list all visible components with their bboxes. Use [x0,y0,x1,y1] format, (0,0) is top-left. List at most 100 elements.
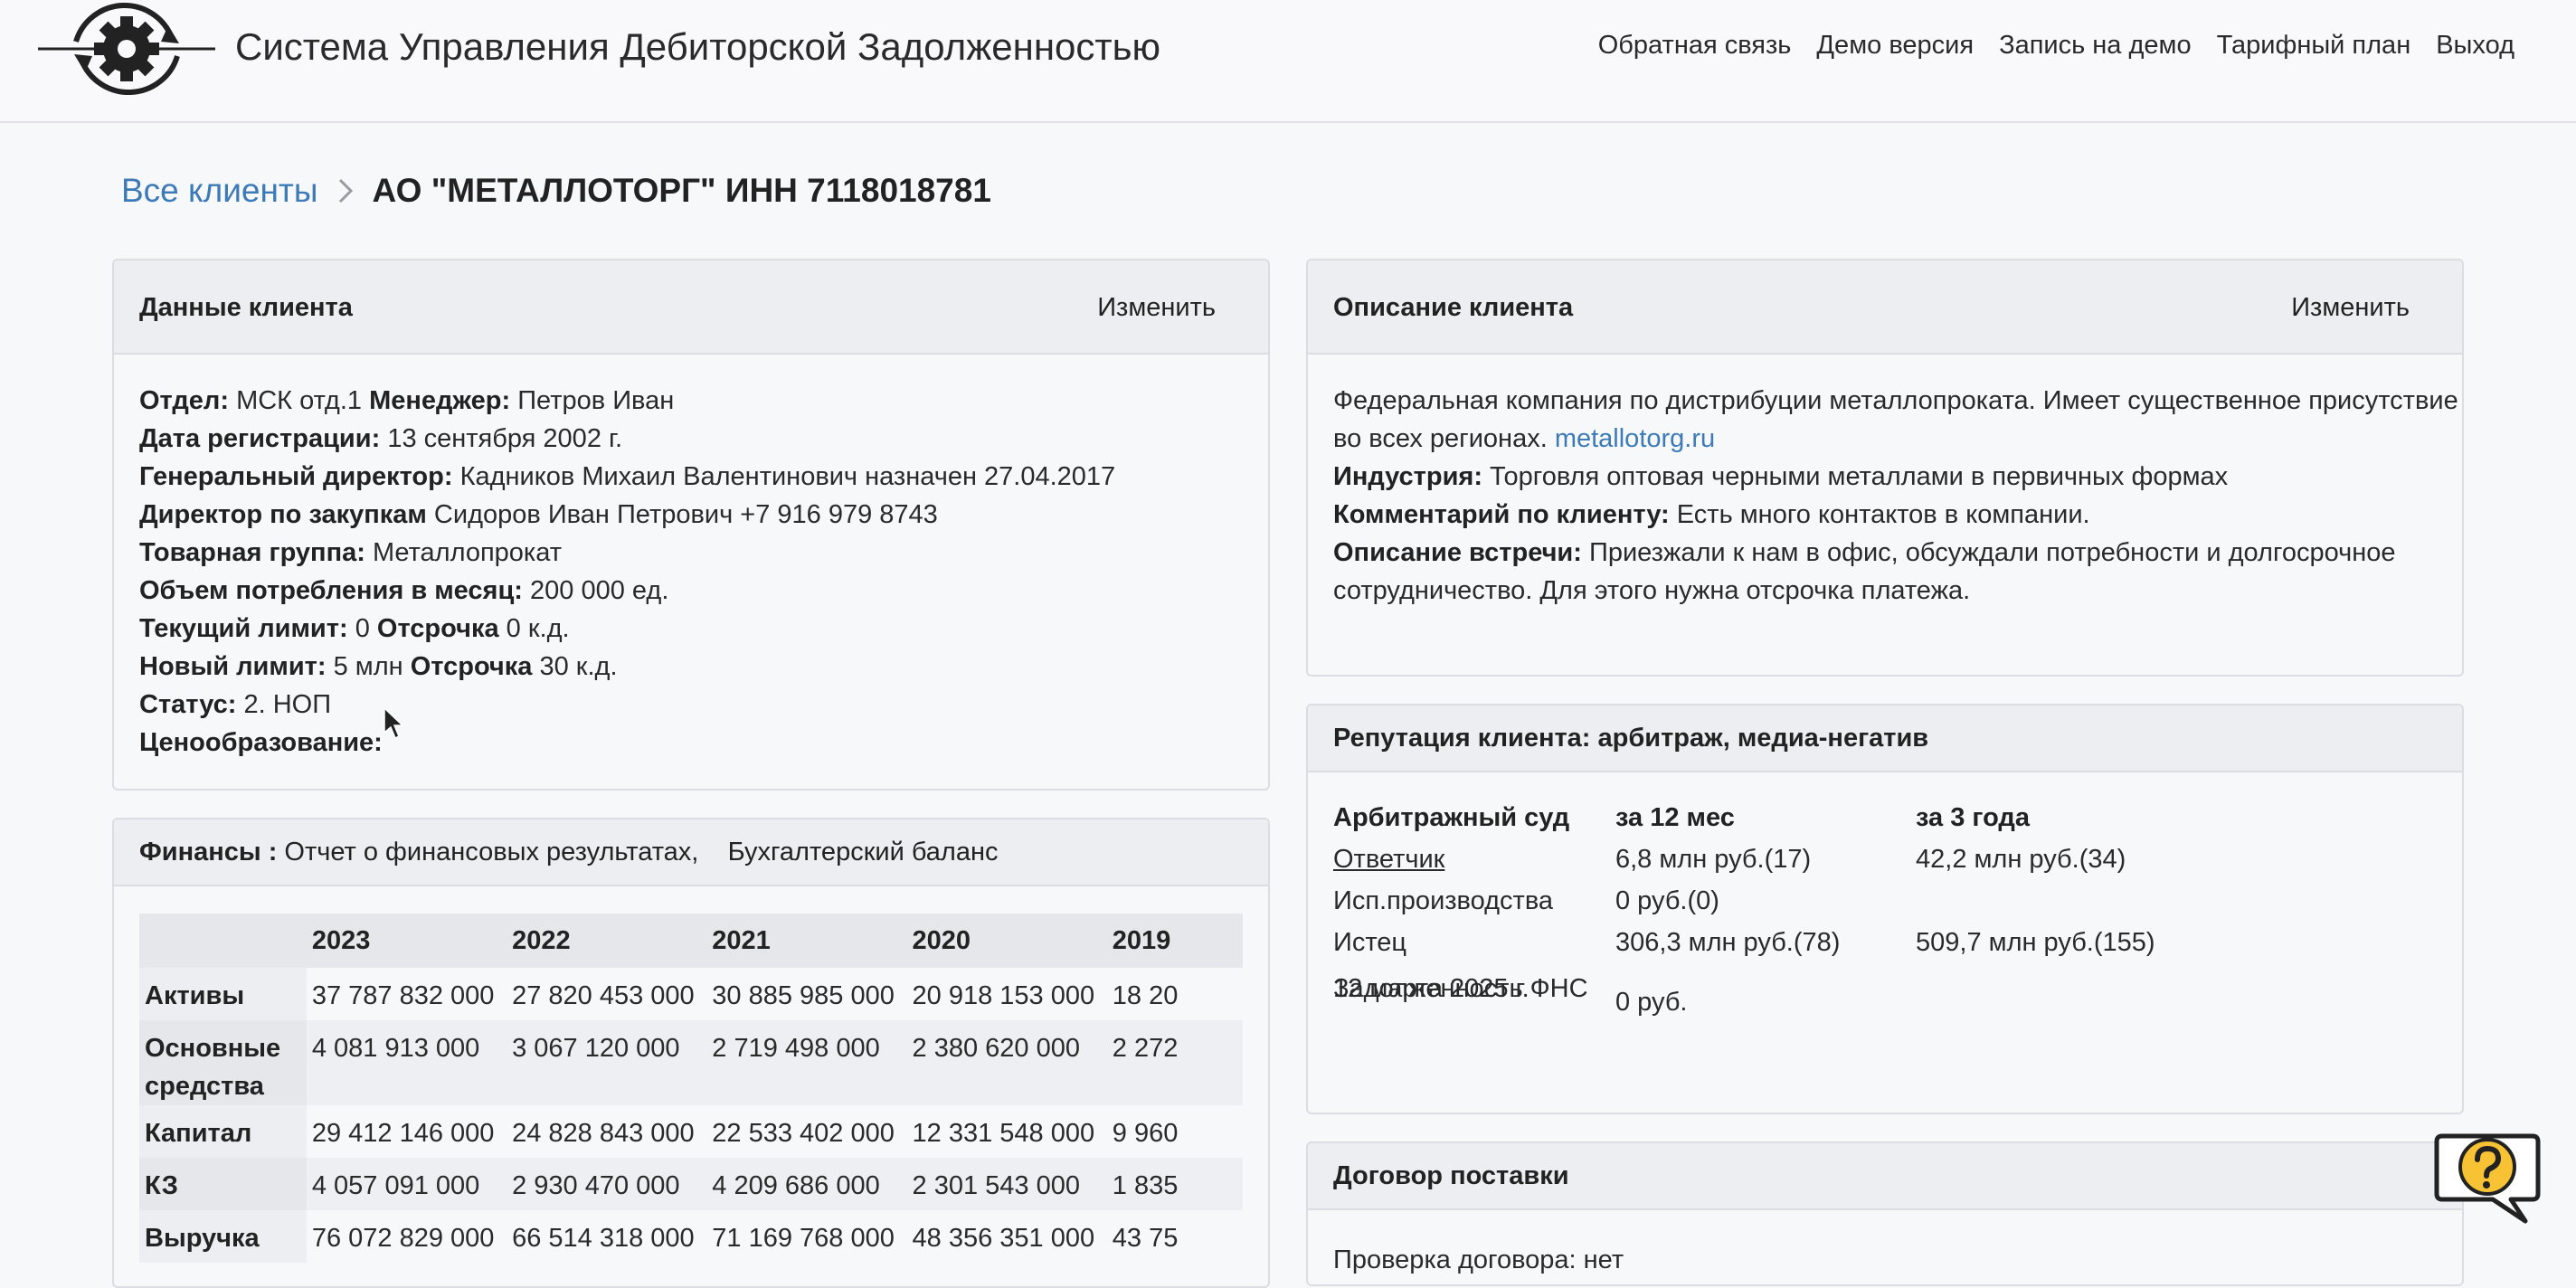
client-data-body: Отдел: МСК отд.1 Менеджер: Петров Иван Д… [114,355,1268,762]
comment-value: Есть много контактов в компании. [1676,500,2090,529]
table-cell: 3 067 120 000 [507,1020,707,1105]
field-label: Ценообразование: [139,728,383,757]
app-title: Система Управления Дебиторской Задолженн… [235,25,1161,68]
mouse-cursor-icon [384,707,403,740]
balance-sheet-link[interactable]: Бухгалтерский баланс [728,838,999,867]
field-label: Объем потребления в месяц: [139,576,523,605]
reputation-panel: Репутация клиента: арбитраж, медиа-негат… [1306,704,2464,1114]
description-text: во всех регионах. [1333,424,1548,453]
help-chat-icon[interactable] [2433,1129,2542,1228]
table-cell: 2 380 620 000 [906,1020,1107,1105]
finance-table-scroll[interactable]: 2023 2022 2021 2020 2019 Активы 37 787 8… [139,914,1243,1286]
tax-debt-date: 12 марта 2025 г. [1333,974,1530,1003]
reputation-value: 42,2 млн руб.(34) [1916,845,2126,874]
table-cell: 29 412 146 000 [311,1119,495,1148]
panel-header: Договор поставки [1308,1143,2462,1210]
client-data-panel: Данные клиента Изменить Отдел: МСК отд.1… [112,259,1270,791]
column-header: 2022 [507,914,707,968]
reputation-value: 306,3 млн руб.(78) [1615,928,1841,957]
reputation-value: 0 руб.(0) [1615,886,1719,915]
meeting-value: Приезжали к нам в офис, обсуждали потреб… [1588,538,2396,567]
table-cell: 9 960 [1112,1119,1179,1148]
reputation-value: 6,8 млн руб.(17) [1615,845,1812,874]
row-label: Капитал [139,1105,307,1158]
chevron-right-icon [339,178,354,204]
description-text: Федеральная компания по дистрибуции мета… [1333,386,2458,415]
field-label: Новый лимит: [139,652,327,681]
industry-value: Торговля оптовая черными металлами в пер… [1490,462,2229,491]
field-label: Отсрочка [376,614,499,643]
client-description-body: Федеральная компания по дистрибуции мета… [1308,355,2462,610]
gear-cycle-logo-icon[interactable] [36,2,217,96]
current-delay-value: 0 к.д. [506,614,570,643]
field-label: Менеджер: [369,386,511,415]
ceo-value: Кадников Михаил Валентинович назначен 27… [459,462,1116,491]
field-label: Отсрочка [410,652,533,681]
top-nav: Обратная связь Демо версия Запись на дем… [1598,31,2514,61]
table-row: Основные средства 4 081 913 000 3 067 12… [139,1020,1243,1105]
reputation-value: 509,7 млн руб.(155) [1916,928,2155,957]
panel-header: Репутация клиента: арбитраж, медиа-негат… [1308,706,2462,772]
panel-header: Данные клиента Изменить [114,260,1268,355]
purchasing-value: Сидоров Иван Петрович +7 916 979 8743 [433,500,938,529]
app-header: Система Управления Дебиторской Задолженн… [0,0,2576,123]
breadcrumb-all-clients[interactable]: Все клиенты [121,172,317,210]
reputation-value: 0 руб. [1615,988,1688,1017]
nav-demo-signup[interactable]: Запись на демо [1999,31,2192,61]
client-website-link[interactable]: metallotorg.ru [1555,424,1715,453]
product-group-value: Металлопрокат [372,538,563,567]
panel-title: Финансы : Отчет о финансовых результатах… [139,838,998,867]
volume-value: 200 000 ед. [530,576,669,605]
nav-demo-version[interactable]: Демо версия [1816,31,1974,61]
table-cell: 22 533 402 000 [712,1119,895,1148]
panel-title: Данные клиента [139,293,353,322]
column-header: 2023 [306,914,507,968]
table-row: КЗ 4 057 091 000 2 930 470 000 4 209 686… [139,1158,1243,1210]
field-label: Отдел: [139,386,229,415]
reputation-label: Исп.производства [1333,886,1554,915]
column-header: Арбитражный суд [1333,803,1570,832]
column-header: 2020 [906,914,1107,968]
table-row: Капитал 29 412 146 000 24 828 843 000 22… [139,1105,1243,1158]
nav-pricing[interactable]: Тарифный план [2217,31,2411,61]
income-statement-link[interactable]: Отчет о финансовых результатах, [284,838,698,867]
table-cell: 2 272 [1106,1020,1243,1105]
client-description-panel: Описание клиента Изменить Федеральная ко… [1306,259,2464,677]
department-value: МСК отд.1 [236,386,363,415]
table-cell: 76 072 829 000 [311,1224,495,1253]
edit-client-data-button[interactable]: Изменить [1097,293,1216,323]
field-label: Генеральный директор: [139,462,453,491]
table-cell: 48 356 351 000 [912,1224,1095,1253]
panel-title: Репутация клиента: арбитраж, медиа-негат… [1333,724,1929,753]
row-label: Выручка [139,1210,307,1263]
table-cell: 4 081 913 000 [306,1020,507,1105]
table-row: Активы 37 787 832 000 27 820 453 000 30 … [139,968,1243,1020]
table-cell: 2 719 498 000 [706,1020,907,1105]
table-cell: 30 885 985 000 [712,981,895,1010]
edit-client-description-button[interactable]: Изменить [2291,293,2410,323]
new-delay-value: 30 к.д. [539,652,618,681]
page-title: АО "МЕТАЛЛОТОРГ" ИНН 7118018781 [372,172,991,209]
panel-header: Описание клиента Изменить [1308,260,2462,355]
column-header [139,914,307,968]
table-cell: 43 75 [1112,1224,1179,1253]
table-cell: 1 835 [1106,1158,1243,1210]
column-header: 2019 [1106,914,1243,968]
nav-logout[interactable]: Выход [2436,31,2514,61]
table-cell: 12 331 548 000 [912,1119,1095,1148]
field-label: Индустрия: [1333,462,1482,491]
meeting-value: сотрудничество. Для этого нужна отсрочка… [1333,576,1971,605]
finance-table: 2023 2022 2021 2020 2019 Активы 37 787 8… [139,914,1243,1263]
finance-title: Финансы : [139,838,278,867]
field-label: Комментарий по клиенту: [1333,500,1670,529]
contract-check-status: Проверка договора: нет [1333,1245,1624,1274]
column-header: за 12 мес [1615,803,1735,832]
column-header: за 3 года [1916,803,2030,832]
table-cell: 27 820 453 000 [512,981,695,1010]
table-cell: 4 057 091 000 [306,1158,507,1210]
defendant-link[interactable]: Ответчик [1333,845,1444,875]
field-label: Статус: [139,690,237,719]
table-cell: 37 787 832 000 [311,981,495,1010]
nav-feedback[interactable]: Обратная связь [1598,31,1792,61]
table-cell: 20 918 153 000 [912,981,1095,1010]
